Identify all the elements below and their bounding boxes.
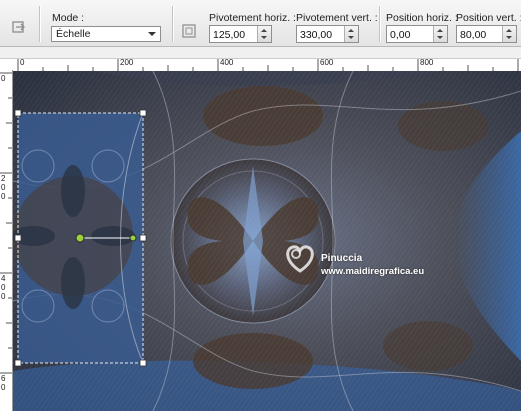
toolbar-separator	[172, 6, 174, 42]
ruler-label: 6	[1, 374, 6, 383]
watermark: Pinuccia www.maidiregrafica.eu	[283, 241, 483, 291]
watermark-heart-icon	[286, 245, 314, 273]
transform-handle[interactable]	[139, 234, 147, 242]
preset-icon[interactable]	[8, 16, 30, 38]
pivot-horiz-spinner[interactable]	[257, 26, 271, 42]
ruler-label: 600	[320, 58, 334, 67]
mode-label: Mode :	[52, 12, 85, 24]
pivot-horiz-input[interactable]	[210, 26, 263, 44]
transform-handle[interactable]	[14, 234, 22, 242]
position-horiz-field[interactable]	[386, 25, 448, 44]
position-vert-label: Position vert. :	[456, 12, 521, 24]
transform-handle[interactable]	[139, 359, 147, 367]
image-canvas[interactable]: Pinuccia www.maidiregrafica.eu	[13, 71, 521, 411]
pivot-horiz-field[interactable]	[209, 25, 272, 44]
position-horiz-label: Position horiz. :	[386, 12, 458, 24]
transform-handle[interactable]	[14, 109, 22, 117]
deform-icon[interactable]	[178, 20, 200, 42]
pivot-vert-input[interactable]	[297, 26, 350, 44]
ruler-label: 0	[1, 292, 6, 301]
tool-options-bar: Mode : Échelle Pivotement horiz. : Pivot…	[0, 0, 521, 47]
ruler-label: 0	[1, 192, 6, 201]
transform-handle[interactable]	[14, 359, 22, 367]
ruler-label: 0	[1, 383, 6, 392]
ruler-label: 4	[1, 274, 6, 283]
ruler-label: 200	[120, 58, 134, 67]
position-horiz-input[interactable]	[387, 26, 439, 44]
watermark-name: Pinuccia	[321, 253, 363, 264]
watermark-url: www.maidiregrafica.eu	[321, 266, 425, 277]
toolbar-separator	[39, 6, 41, 42]
pivot-vert-field[interactable]	[296, 25, 359, 44]
transform-handle[interactable]	[139, 109, 147, 117]
pivot-handle[interactable]	[75, 233, 85, 243]
position-vert-input[interactable]	[457, 26, 508, 44]
chevron-down-icon	[148, 32, 156, 36]
horizontal-ruler: 0 200 400 600 800	[0, 58, 521, 72]
ruler-label: 2	[1, 174, 6, 183]
ruler-label: 800	[420, 58, 434, 67]
ruler-label: 0	[20, 58, 25, 67]
toolbar-separator	[379, 6, 381, 42]
ruler-label: 0	[1, 283, 6, 292]
pivot-vert-spinner[interactable]	[344, 26, 358, 42]
mode-select[interactable]: Échelle	[51, 26, 161, 42]
rotation-handle[interactable]	[129, 234, 137, 242]
position-vert-spinner[interactable]	[502, 26, 516, 42]
position-vert-field[interactable]	[456, 25, 517, 44]
ruler-label: 400	[220, 58, 234, 67]
pivot-horiz-label: Pivotement horiz. :	[209, 12, 296, 24]
position-horiz-spinner[interactable]	[433, 26, 447, 42]
ruler-label: 0	[1, 74, 6, 83]
ruler-label: 0	[1, 183, 6, 192]
pivot-vert-label: Pivotement vert. :	[296, 12, 378, 24]
mode-select-value: Échelle	[56, 28, 91, 40]
vertical-ruler: 0 2 0 0 4 0 0 6 0	[0, 70, 13, 411]
